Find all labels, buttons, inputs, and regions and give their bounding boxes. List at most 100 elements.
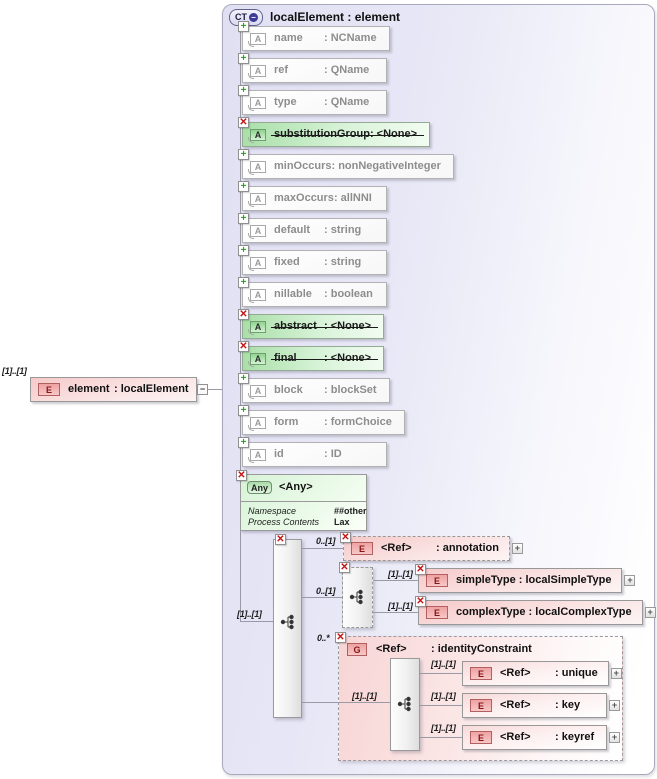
any-namespace-label: Namespace — [248, 506, 297, 516]
identity-item-name: <Ref> — [500, 667, 531, 679]
attribute-box[interactable]: ✕ A substitutionGroup : <None> — [238, 117, 431, 147]
add-icon[interactable]: + — [238, 405, 249, 416]
identity-item-branch: E <Ref> : unique + — [462, 661, 622, 686]
page-title: localElement : element — [270, 10, 401, 24]
attribute-box[interactable]: + A default : string — [238, 213, 387, 243]
add-icon[interactable]: + — [238, 437, 249, 448]
complextype-label: complexType : localComplexType — [456, 606, 632, 618]
attribute-name: form — [274, 416, 299, 428]
attribute-box[interactable]: + A type : QName — [238, 85, 387, 115]
expand-icon[interactable]: + — [644, 607, 656, 618]
attribute-name: substitutionGroup — [274, 128, 370, 140]
add-icon[interactable]: + — [238, 53, 249, 64]
any-processcontents-label: Process Contents — [248, 517, 320, 527]
attribute-badge: A — [248, 448, 266, 463]
attribute-box[interactable]: + A fixed : string — [238, 245, 387, 275]
attribute-type: : <None> — [324, 352, 372, 364]
attribute-box[interactable]: + A block : blockSet — [238, 373, 390, 403]
add-icon[interactable]: + — [238, 245, 249, 256]
remove-icon[interactable]: ✕ — [335, 632, 346, 643]
attribute-box[interactable]: + A nillable : boolean — [238, 277, 387, 307]
collapse-icon[interactable]: − — [249, 13, 258, 22]
attribute-name: name — [274, 32, 303, 44]
element-box[interactable]: E element : localElement — [30, 377, 197, 402]
remove-icon[interactable]: ✕ — [339, 562, 350, 573]
attribute-box[interactable]: + A name : NCName — [238, 21, 390, 51]
attribute-badge: A — [248, 416, 266, 431]
element-badge: E — [38, 383, 60, 396]
complextype-cardinality-label: [1]..[1] — [388, 601, 413, 611]
element-badge: E — [470, 699, 492, 712]
remove-icon[interactable]: ✕ — [415, 596, 426, 607]
remove-icon[interactable]: ✕ — [275, 534, 286, 545]
expand-icon[interactable]: + — [609, 732, 620, 743]
expand-icon[interactable]: + — [624, 575, 636, 586]
attribute-type: : QName — [324, 64, 370, 76]
element-cardinality-label: [1]..[1] — [2, 366, 27, 376]
attribute-badge: A — [248, 224, 266, 239]
simpletype-box[interactable]: E simpleType : localSimpleType — [418, 568, 623, 593]
remove-icon[interactable]: ✕ — [238, 309, 249, 320]
collapse-toggle[interactable]: − — [197, 384, 208, 395]
remove-icon[interactable]: ✕ — [415, 564, 426, 575]
any-namespace-value: ##other — [334, 506, 367, 516]
remove-icon[interactable]: ✕ — [236, 470, 247, 481]
add-icon[interactable]: + — [238, 149, 249, 160]
attribute-box[interactable]: + A minOccurs : nonNegativeInteger — [238, 149, 454, 179]
any-title: <Any> — [279, 481, 313, 493]
identity-item-name: <Ref> — [500, 731, 531, 743]
any-wildcard-box[interactable]: ✕ Any <Any> Namespace ##other Process Co… — [236, 470, 367, 531]
attribute-badge: A — [248, 160, 266, 175]
identityconstraint-cardinality-label: 0..* — [317, 633, 330, 643]
attribute-type: : QName — [324, 96, 370, 108]
annotation-ref-type: : annotation — [436, 542, 499, 554]
add-icon[interactable]: + — [238, 213, 249, 224]
attribute-badge: A — [248, 192, 266, 207]
add-icon[interactable]: + — [238, 277, 249, 288]
annotation-ref-box[interactable]: E <Ref> : annotation — [343, 536, 510, 561]
attribute-box[interactable]: ✕ A final : <None> — [238, 341, 385, 371]
simpletype-label: simpleType : localSimpleType — [456, 574, 612, 586]
identity-item-box[interactable]: E <Ref> : key — [462, 693, 607, 718]
attribute-type: : formChoice — [324, 416, 392, 428]
connector-line — [338, 702, 390, 703]
complextype-box[interactable]: E complexType : localComplexType — [418, 600, 643, 625]
identity-item-box[interactable]: E <Ref> : unique — [462, 661, 609, 686]
attribute-name: block — [274, 384, 303, 396]
connector-line — [373, 612, 418, 613]
connector-line — [420, 673, 462, 674]
attribute-box[interactable]: ✕ A abstract : <None> — [238, 309, 385, 339]
any-processcontents-value: Lax — [334, 517, 350, 527]
attribute-box[interactable]: + A maxOccurs : allNNI — [238, 181, 387, 211]
identity-item-box[interactable]: E <Ref> : keyref — [462, 725, 607, 750]
attribute-type: : string — [324, 256, 362, 268]
add-icon[interactable]: + — [238, 85, 249, 96]
attribute-badge: A — [248, 32, 266, 47]
inner-choice-cardinality-label: [1]..[1] — [352, 691, 377, 701]
remove-icon[interactable]: ✕ — [238, 341, 249, 352]
add-icon[interactable]: + — [238, 21, 249, 32]
element-badge: E — [426, 606, 448, 619]
attribute-box[interactable]: + A id : ID — [238, 437, 387, 467]
expand-icon[interactable]: + — [511, 543, 523, 554]
attribute-name: default — [274, 224, 311, 236]
annotation-ref-name: <Ref> — [381, 542, 412, 554]
add-icon[interactable]: + — [238, 181, 249, 192]
remove-icon[interactable]: ✕ — [340, 532, 351, 543]
attribute-type: : nonNegativeInteger — [331, 160, 441, 172]
add-icon[interactable]: + — [238, 373, 249, 384]
sequence-icon — [280, 614, 296, 630]
identity-item-type: : unique — [555, 667, 598, 679]
element-badge: E — [351, 542, 373, 555]
connector-line — [420, 705, 462, 706]
connector-line — [240, 621, 273, 622]
remove-icon[interactable]: ✕ — [238, 117, 249, 128]
expand-icon[interactable]: + — [609, 700, 620, 711]
identity-item-type: : keyref — [555, 731, 595, 743]
attribute-box[interactable]: + A ref : QName — [238, 53, 387, 83]
element-name: element — [68, 383, 110, 395]
attribute-badge: A — [248, 96, 266, 111]
expand-icon[interactable]: + — [610, 668, 622, 679]
attribute-box[interactable]: + A form : formChoice — [238, 405, 405, 435]
attribute-type: : boolean — [324, 288, 373, 300]
